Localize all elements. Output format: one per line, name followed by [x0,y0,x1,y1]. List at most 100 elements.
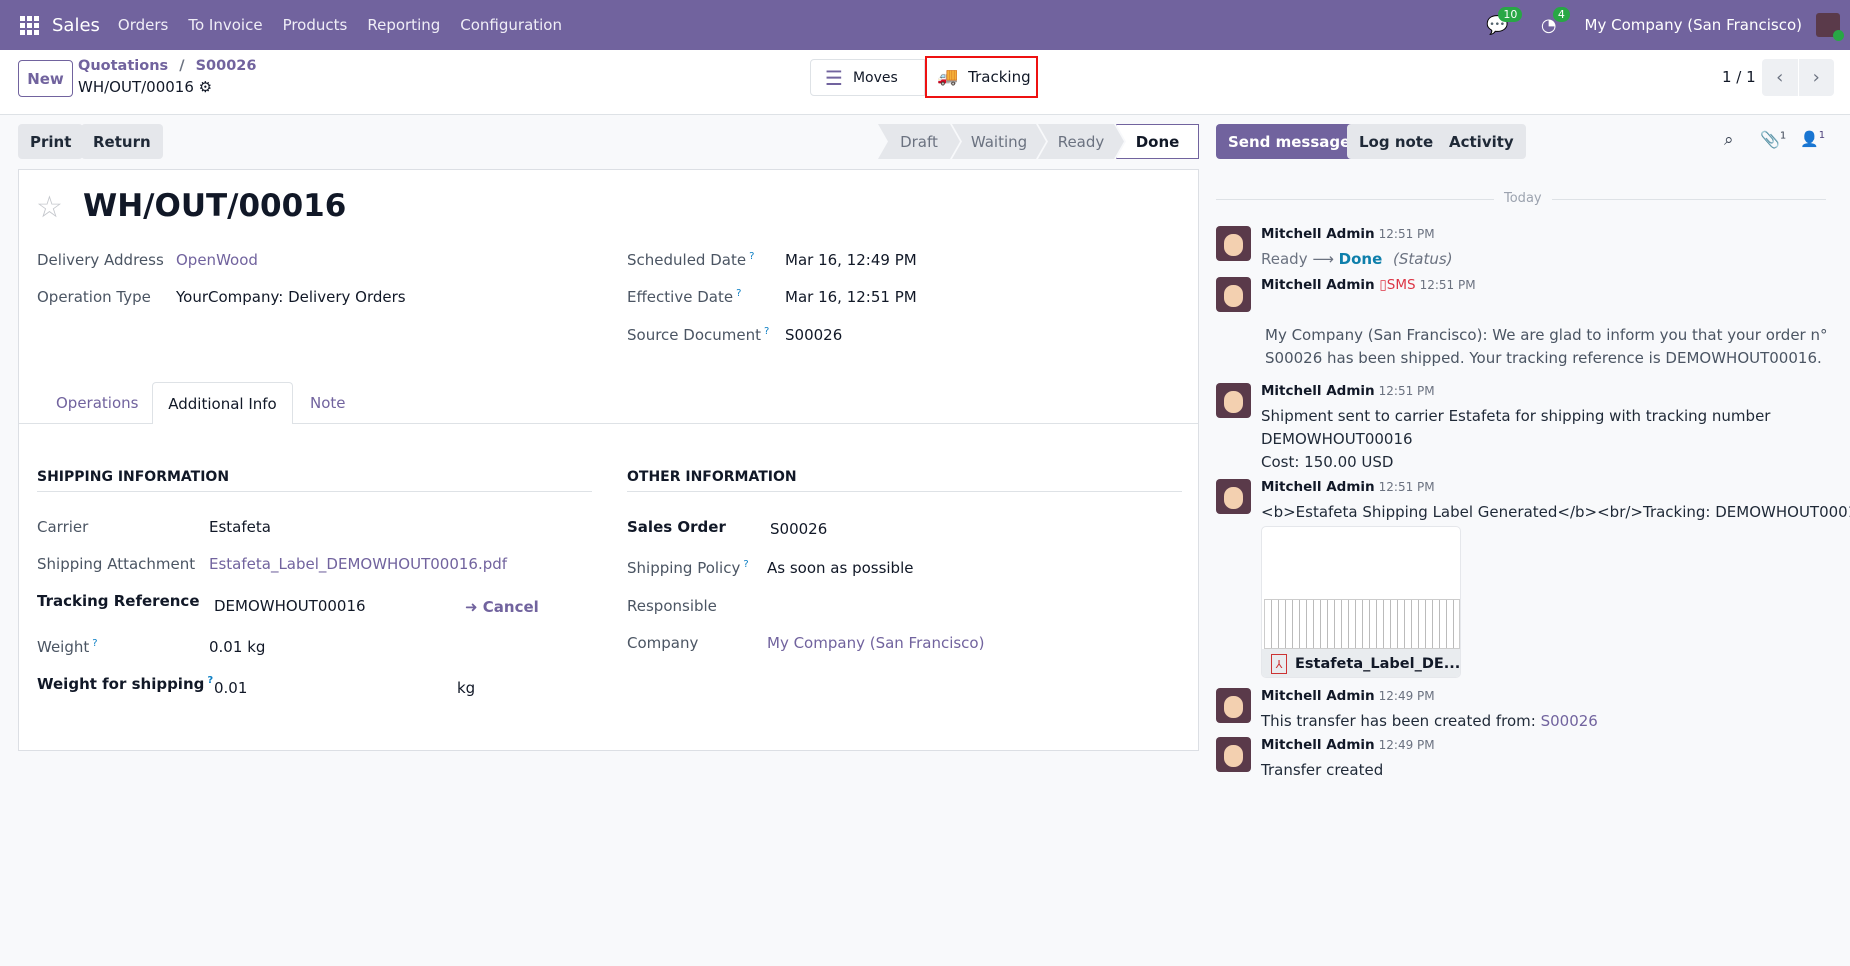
message-author[interactable]: Mitchell Admin [1261,277,1375,293]
breadcrumb-s00026[interactable]: S00026 [196,58,257,74]
effective-date-label: Effective Date? [627,288,742,306]
status-waiting[interactable]: Waiting [952,124,1046,159]
user-avatar[interactable] [1816,13,1844,41]
return-button[interactable]: Return [81,124,163,159]
apps-menu-icon[interactable] [20,15,39,35]
pager-value[interactable]: 1 / 1 [1722,68,1756,86]
attachment-filename: Estafeta_Label_DE... [1295,656,1461,672]
status-done[interactable]: Done [1116,124,1199,159]
help-icon[interactable]: ? [207,675,213,686]
responsible-label: Responsible [627,597,717,615]
pager-next-icon[interactable]: › [1799,59,1835,96]
shipping-information-heading: SHIPPING INFORMATION [37,469,592,492]
help-icon[interactable]: ? [736,288,741,299]
help-icon[interactable]: ? [743,559,748,570]
online-status-icon [1833,30,1844,41]
effective-date-value: Mar 16, 12:51 PM [785,288,917,306]
new-button[interactable]: New [18,60,73,97]
pager-previous-icon[interactable]: ‹ [1762,59,1799,96]
print-button[interactable]: Print [18,124,84,159]
status-ready[interactable]: Ready [1038,124,1124,159]
menu-orders[interactable]: Orders [118,16,168,34]
send-message-button[interactable]: Send message [1216,124,1363,159]
shipping-policy-label: Shipping Policy? [627,559,749,577]
list-icon: ☰ [825,65,843,90]
help-icon[interactable]: ? [764,326,769,337]
person-icon: 👤 [1800,130,1819,148]
menu-products[interactable]: Products [283,16,348,34]
delivery-address-label: Delivery Address [37,251,164,269]
tracking-reference-value[interactable]: DEMOWHOUT00016 [214,597,366,615]
weight-for-shipping-unit: kg [457,679,476,697]
weight-for-shipping-input[interactable]: 0.01 [214,679,247,697]
moves-label: Moves [852,69,898,86]
form-sheet: ☆ WH/OUT/00016 Delivery Address OpenWood… [18,169,1199,751]
moves-smart-button[interactable]: ☰ Moves [810,59,925,96]
arrow-right-icon: ➜ [465,598,483,616]
record-name: WH/OUT/00016 [78,78,194,96]
label-thumbnail [1264,599,1460,649]
company-switcher[interactable]: My Company (San Francisco) [1585,16,1802,34]
shipping-attachment-label: Shipping Attachment [37,555,196,573]
menu-to-invoice[interactable]: To Invoice [188,16,262,34]
avatar[interactable] [1216,383,1251,418]
tracking-label: Tracking [968,68,1031,86]
scheduled-date-label: Scheduled Date? [627,251,755,269]
message-author[interactable]: Mitchell Admin [1261,688,1375,704]
shipping-attachment-link[interactable]: Estafeta_Label_DEMOWHOUT00016.pdf [209,555,507,573]
attachments-button[interactable]: 📎1 [1760,130,1786,149]
sales-order-label: Sales Order [627,518,726,536]
tracking-smart-button[interactable]: 🚚 Tracking [925,56,1038,98]
sms-badge: ▯SMS [1379,277,1416,293]
activity-button[interactable]: Activity [1437,124,1526,159]
breadcrumb-quotations[interactable]: Quotations [78,58,168,74]
tab-operations[interactable]: Operations [56,394,138,412]
avatar[interactable] [1216,226,1251,261]
weight-for-shipping-label: Weight for shipping? [37,675,214,693]
log-note-button[interactable]: Log note [1347,124,1446,159]
avatar[interactable] [1216,688,1251,723]
attachment-card[interactable]: ⅄ Estafeta_Label_DE... [1261,526,1461,678]
other-information-heading: OTHER INFORMATION [627,469,1182,492]
help-icon[interactable]: ? [92,638,97,649]
gear-icon[interactable]: ⚙ [199,78,212,96]
messages-badge: 10 [1498,6,1523,22]
activities-icon[interactable]: ◔ 4 [1541,6,1570,36]
avatar[interactable] [1216,737,1251,772]
followers-button[interactable]: 👤1 [1800,130,1825,148]
source-document-label: Source Document? [627,326,770,344]
message-author[interactable]: Mitchell Admin [1261,737,1375,753]
tab-note[interactable]: Note [310,394,346,412]
avatar[interactable] [1216,277,1251,312]
activities-badge: 4 [1552,6,1570,22]
scheduled-date-value[interactable]: Mar 16, 12:49 PM [785,251,917,269]
menu-configuration[interactable]: Configuration [460,16,562,34]
shipping-policy-value[interactable]: As soon as possible [767,559,913,577]
message-author[interactable]: Mitchell Admin [1261,479,1375,495]
sales-order-value[interactable]: S00026 [770,520,827,538]
weight-value: 0.01 kg [209,638,266,656]
star-icon[interactable]: ☆ [36,190,63,225]
message-author[interactable]: Mitchell Admin [1261,383,1375,399]
message-author[interactable]: Mitchell Admin [1261,226,1375,242]
cancel-tracking-button[interactable]: ➜ Cancel [465,598,539,616]
company-label: Company [627,634,699,652]
help-icon[interactable]: ? [749,251,754,262]
tab-additional-info[interactable]: Additional Info [152,382,293,424]
operation-type-value[interactable]: YourCompany: Delivery Orders [176,288,406,306]
today-label: Today [1494,191,1552,206]
company-value[interactable]: My Company (San Francisco) [767,634,984,652]
status-draft[interactable]: Draft [878,124,960,159]
avatar[interactable] [1216,479,1251,514]
delivery-address-value[interactable]: OpenWood [176,251,258,269]
source-order-link[interactable]: S00026 [1541,712,1598,730]
source-document-value[interactable]: S00026 [785,326,842,344]
app-name[interactable]: Sales [52,15,100,36]
operation-type-label: Operation Type [37,288,151,306]
arrow-right-icon: ⟶ [1312,250,1334,268]
navbar: Sales Orders To Invoice Products Reporti… [0,0,1850,50]
messages-icon[interactable]: 💬 10 [1486,6,1523,36]
carrier-value[interactable]: Estafeta [209,518,271,536]
menu-reporting[interactable]: Reporting [367,16,440,34]
search-icon[interactable]: ⌕ [1724,130,1734,150]
